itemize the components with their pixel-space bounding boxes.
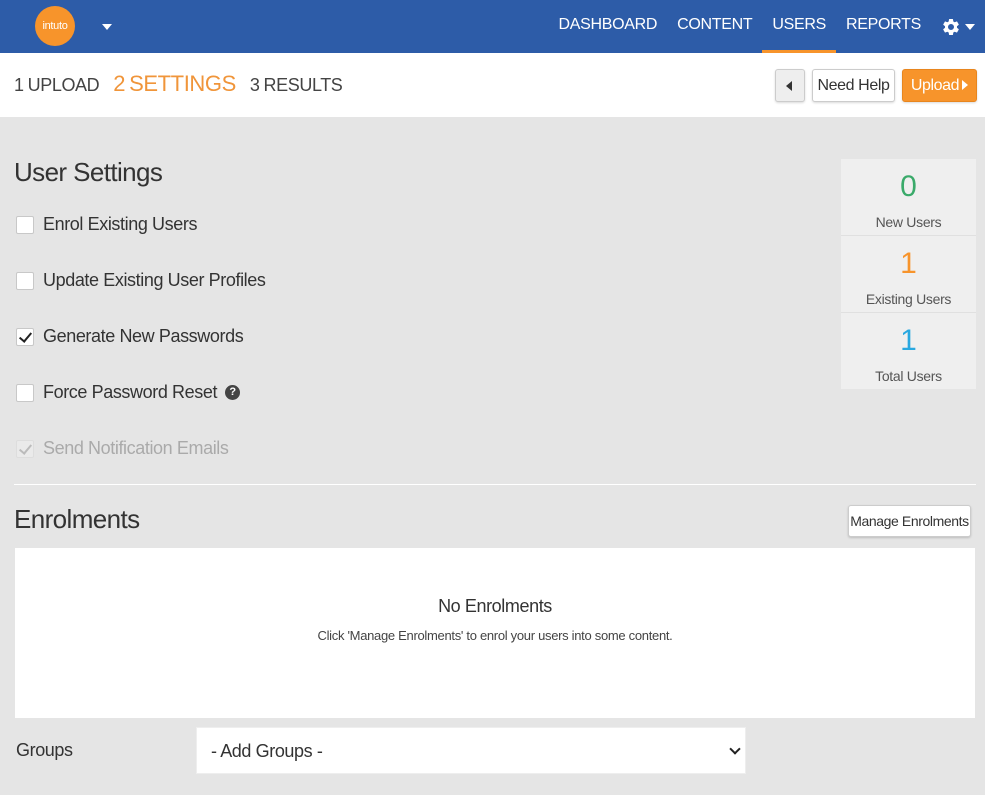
chevron-down-icon bbox=[965, 23, 975, 30]
option-label: Generate New Passwords bbox=[43, 326, 244, 346]
stat-label: Existing Users bbox=[865, 291, 952, 307]
stat-total-users: 1 Total Users bbox=[841, 313, 976, 390]
groups-label: Groups bbox=[16, 740, 73, 760]
previous-step-button[interactable] bbox=[775, 69, 805, 102]
stat-label: New Users bbox=[875, 214, 942, 230]
nav-item-reports[interactable]: REPORTS bbox=[836, 0, 931, 53]
gear-icon bbox=[943, 18, 959, 35]
need-help-button[interactable]: Need Help bbox=[812, 69, 895, 102]
stat-existing-users: 1 Existing Users bbox=[841, 236, 976, 313]
force-password-reset-checkbox[interactable] bbox=[16, 383, 34, 402]
enrolments-title: Enrolments bbox=[14, 504, 140, 534]
top-nav-bar: intuto DASHBOARD CONTENT USERS REPORTS bbox=[0, 0, 985, 53]
step-upload[interactable]: 1 UPLOAD bbox=[14, 75, 100, 96]
step-number: 3 bbox=[249, 75, 260, 95]
step-label: UPLOAD bbox=[27, 75, 100, 95]
stat-value: 0 bbox=[900, 170, 917, 203]
section-divider bbox=[14, 484, 976, 485]
caret-right-icon bbox=[962, 80, 969, 90]
update-profiles-checkbox[interactable] bbox=[16, 271, 34, 290]
step-label: SETTINGS bbox=[129, 71, 236, 96]
groups-select[interactable]: - Add Groups - bbox=[196, 727, 746, 774]
nav-item-dashboard[interactable]: DASHBOARD bbox=[549, 0, 668, 53]
empty-state-text: Click 'Manage Enrolments' to enrol your … bbox=[317, 628, 673, 643]
wizard-steps: 1 UPLOAD 2 SETTINGS 3 RESULTS bbox=[14, 71, 356, 97]
stat-label: Total Users bbox=[875, 368, 942, 384]
option-update-existing-user-profiles[interactable]: Update Existing User Profiles bbox=[16, 270, 266, 291]
stat-value: 1 bbox=[900, 324, 917, 357]
option-generate-new-passwords[interactable]: Generate New Passwords bbox=[16, 326, 244, 347]
chevron-down-icon bbox=[729, 743, 741, 755]
enrol-existing-users-checkbox[interactable] bbox=[16, 215, 34, 234]
user-stats-panel: 0 New Users 1 Existing Users 1 Total Use… bbox=[841, 159, 976, 389]
step-settings[interactable]: 2 SETTINGS bbox=[113, 71, 236, 97]
app-logo[interactable]: intuto bbox=[35, 6, 75, 46]
main-nav: DASHBOARD CONTENT USERS REPORTS bbox=[549, 0, 985, 53]
send-notification-emails-checkbox bbox=[16, 439, 34, 458]
empty-state-title: No Enrolments bbox=[438, 596, 552, 616]
step-label: RESULTS bbox=[263, 75, 343, 95]
option-force-password-reset[interactable]: Force Password Reset ? bbox=[16, 382, 241, 403]
option-send-notification-emails: Send Notification Emails bbox=[16, 438, 229, 459]
enrolments-panel: No Enrolments Click 'Manage Enrolments' … bbox=[15, 548, 975, 718]
wizard-steps-bar: 1 UPLOAD 2 SETTINGS 3 RESULTS Need Help Upl… bbox=[0, 53, 985, 117]
option-label: Enrol Existing Users bbox=[43, 214, 198, 234]
nav-item-users[interactable]: USERS bbox=[762, 0, 836, 53]
stat-value: 1 bbox=[900, 247, 917, 280]
option-label: Force Password Reset bbox=[43, 382, 218, 402]
option-label: Send Notification Emails bbox=[43, 438, 229, 458]
caret-left-icon bbox=[786, 80, 792, 91]
manage-enrolments-button[interactable]: Manage Enrolments bbox=[848, 505, 971, 537]
chevron-down-icon[interactable] bbox=[102, 24, 112, 30]
generate-passwords-checkbox[interactable] bbox=[16, 327, 34, 346]
option-label: Update Existing User Profiles bbox=[43, 270, 266, 290]
upload-button-label: Upload bbox=[910, 77, 960, 94]
nav-item-content[interactable]: CONTENT bbox=[667, 0, 762, 53]
step-number: 1 bbox=[14, 75, 24, 95]
groups-select-value: - Add Groups - bbox=[211, 741, 323, 761]
settings-menu-button[interactable] bbox=[931, 0, 985, 53]
option-enrol-existing-users[interactable]: Enrol Existing Users bbox=[16, 214, 197, 235]
upload-button[interactable]: Upload bbox=[902, 69, 977, 102]
question-circle-icon[interactable]: ? bbox=[225, 385, 241, 400]
step-results[interactable]: 3 RESULTS bbox=[250, 75, 343, 96]
step-number: 2 bbox=[113, 71, 126, 96]
user-settings-title: User Settings bbox=[14, 157, 163, 187]
stat-new-users: 0 New Users bbox=[841, 159, 976, 236]
